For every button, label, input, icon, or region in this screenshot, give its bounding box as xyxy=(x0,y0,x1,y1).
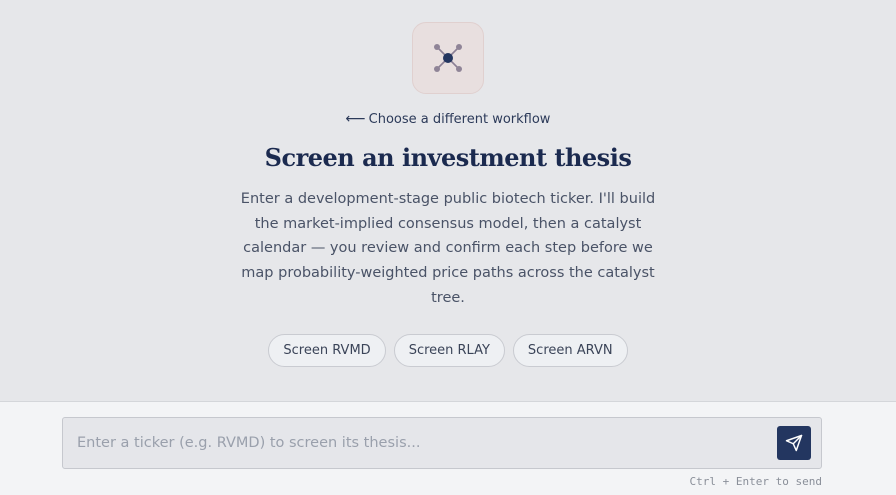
send-icon xyxy=(785,434,803,452)
back-to-workflows-link[interactable]: ⟵ Choose a different workflow xyxy=(346,111,551,127)
workflow-logo-tile xyxy=(412,22,484,94)
suggestion-chips: Screen RVMD Screen RLAY Screen ARVN xyxy=(268,333,628,367)
message-composer: Ctrl + Enter to send xyxy=(0,401,896,495)
workflow-intro: ⟵ Choose a different workflow Screen an … xyxy=(0,0,896,401)
suggestion-chip-rlay[interactable]: Screen RLAY xyxy=(393,333,505,367)
suggestion-chip-arvn[interactable]: Screen ARVN xyxy=(512,333,628,367)
suggestion-chip-rvmd[interactable]: Screen RVMD xyxy=(268,333,386,367)
page-title: Screen an investment thesis xyxy=(264,143,632,172)
network-node-icon xyxy=(434,44,462,72)
back-arrow-icon: ⟵ xyxy=(345,111,366,127)
ticker-input-box xyxy=(62,417,822,469)
back-link-label: Choose a different workflow xyxy=(368,111,551,127)
workflow-description: Enter a development-stage public biotech… xyxy=(240,191,656,306)
send-shortcut-hint: Ctrl + Enter to send xyxy=(689,475,822,488)
send-button[interactable] xyxy=(777,426,811,460)
ticker-input[interactable] xyxy=(63,418,763,468)
